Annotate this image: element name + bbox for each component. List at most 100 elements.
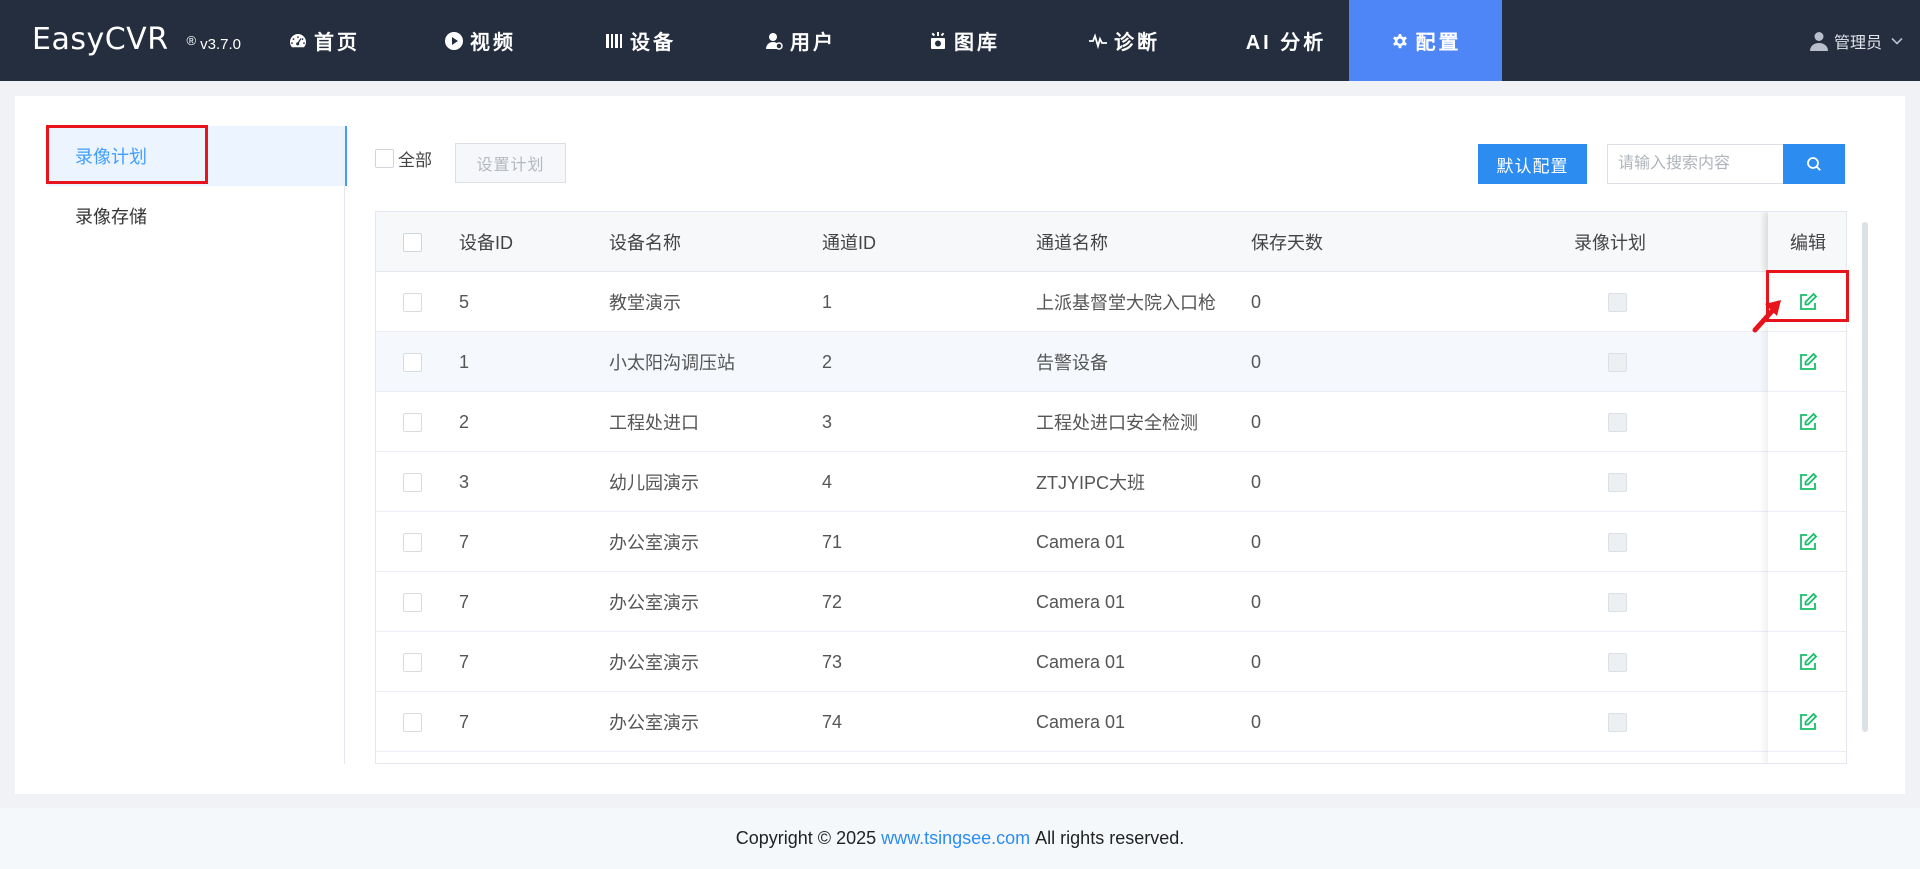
nav-diagnosis[interactable]: 诊断: [1064, 0, 1184, 81]
table-row[interactable]: 3 幼儿园演示 4 ZTJYIPC大班 0: [376, 452, 1846, 512]
col-edit: 编辑: [1768, 212, 1846, 272]
sidebar-item-record-plan[interactable]: 录像计划: [47, 126, 347, 186]
col-record-plan: 录像计划: [1574, 233, 1646, 253]
header-checkbox[interactable]: [403, 212, 422, 272]
cell-save-days: 0: [1251, 591, 1262, 612]
select-all-checkbox[interactable]: 全部: [375, 146, 432, 171]
record-plan-table: 设备ID 设备名称 通道ID 通道名称 保存天数 录像计划 5 教堂演示 1 上派基督…: [375, 211, 1847, 764]
edit-icon: [1800, 292, 1818, 310]
cell-channel-id: 1: [822, 291, 833, 312]
disabled-checkbox-icon: [1608, 532, 1627, 552]
chevron-down-icon: [1891, 37, 1903, 45]
user-menu[interactable]: 管理员: [1809, 0, 1904, 81]
edit-button[interactable]: [1768, 452, 1846, 512]
rights-text: All rights reserved.: [1035, 828, 1185, 848]
pulse-icon: [1089, 32, 1107, 49]
row-checkbox[interactable]: [403, 332, 422, 392]
avatar-icon: [1809, 31, 1828, 51]
table-row[interactable]: 5 教堂演示 1 上派基督堂大院入口枪 0: [376, 272, 1846, 332]
edit-button[interactable]: [1768, 692, 1846, 752]
search-input[interactable]: [1607, 144, 1784, 184]
cell-channel-name: Camera 01: [1036, 591, 1126, 612]
cell-device-id: 7: [459, 711, 470, 732]
col-channel-id: 通道ID: [822, 233, 876, 253]
row-checkbox[interactable]: [403, 632, 422, 692]
cell-device-name: 办公室演示: [609, 713, 699, 733]
arrow-icon: [1752, 300, 1781, 333]
row-checkbox[interactable]: [403, 572, 422, 632]
cell-device-id: 5: [459, 291, 470, 312]
search-icon: [1807, 157, 1821, 171]
cell-device-id: 2: [459, 411, 470, 432]
cell-device-name: 教堂演示: [609, 293, 681, 313]
cell-channel-id: 74: [822, 711, 843, 732]
dashboard-icon: [290, 33, 306, 47]
select-all-label: 全部: [398, 151, 432, 170]
nav-home[interactable]: 首页: [268, 0, 380, 81]
table-row[interactable]: 2 工程处进口 3 工程处进口安全检测 0: [376, 392, 1846, 452]
nav-video-label: 视频: [470, 32, 516, 54]
edit-button[interactable]: [1768, 332, 1846, 392]
edit-icon: [1800, 412, 1818, 430]
cell-record-plan-checkbox: [1608, 692, 1627, 752]
checkbox-icon: [403, 232, 422, 252]
edit-button[interactable]: [1768, 632, 1846, 692]
cell-record-plan-checkbox: [1608, 572, 1627, 632]
nav-config[interactable]: 配置: [1349, 0, 1502, 81]
table-row[interactable]: 1 小太阳沟调压站 2 告警设备 0: [376, 332, 1846, 392]
nav-user[interactable]: 用户: [744, 0, 856, 81]
row-checkbox[interactable]: [403, 272, 422, 332]
cell-save-days: 0: [1251, 471, 1262, 492]
cell-channel-name: Camera 01: [1036, 651, 1126, 672]
version-label: v3.7.0: [200, 36, 242, 53]
cell-device-name: 办公室演示: [609, 653, 699, 673]
checkbox-icon: [403, 292, 422, 312]
cell-device-name: 办公室演示: [609, 533, 699, 553]
nav-ai-analysis[interactable]: AI 分析: [1224, 0, 1348, 81]
nav-device[interactable]: 设备: [580, 0, 700, 81]
edit-icon: [1800, 532, 1818, 550]
row-checkbox[interactable]: [403, 392, 422, 452]
cell-channel-id: 71: [822, 531, 843, 552]
cell-save-days: 0: [1251, 411, 1262, 432]
default-config-button[interactable]: 默认配置: [1478, 144, 1587, 184]
table-row[interactable]: 7 办公室演示 74 Camera 01 0: [376, 692, 1846, 752]
edit-button[interactable]: [1768, 392, 1846, 452]
row-checkbox[interactable]: [403, 512, 422, 572]
vertical-scrollbar[interactable]: [1862, 222, 1868, 732]
row-checkbox[interactable]: [403, 452, 422, 512]
cell-channel-name: Camera 01: [1036, 531, 1126, 552]
cell-record-plan-checkbox: [1608, 272, 1627, 332]
search-button[interactable]: [1783, 144, 1845, 184]
nav-video[interactable]: 视频: [424, 0, 536, 81]
row-checkbox[interactable]: [403, 692, 422, 752]
col-device-id: 设备ID: [459, 233, 513, 253]
brand-logo[interactable]: EasyCVR ® v3.7.0: [32, 22, 241, 62]
table-row[interactable]: 7 办公室演示 72 Camera 01 0: [376, 572, 1846, 632]
user-icon: [766, 32, 783, 50]
camera-icon: [931, 31, 945, 49]
cell-record-plan-checkbox: [1608, 452, 1627, 512]
cell-channel-name: 工程处进口安全检测: [1036, 413, 1198, 433]
cell-record-plan-checkbox: [1608, 392, 1627, 452]
disabled-checkbox-icon: [1608, 352, 1627, 372]
edit-button[interactable]: [1768, 512, 1846, 572]
main-card: 录像计划 录像存储 全部 设置计划 默认配置 设备ID 设备名称 通道ID 通道…: [15, 96, 1905, 794]
cell-channel-id: 72: [822, 591, 843, 612]
copyright-text: Copyright © 2025: [735, 828, 877, 848]
edit-button[interactable]: [1768, 572, 1846, 632]
cell-save-days: 0: [1251, 351, 1262, 372]
set-plan-button[interactable]: 设置计划: [455, 143, 566, 183]
device-icon: [606, 33, 622, 48]
sidebar-item-record-storage[interactable]: 录像存储: [47, 186, 345, 246]
table-row[interactable]: 7 办公室演示 71 Camera 01 0: [376, 512, 1846, 572]
nav-device-label: 设备: [630, 32, 676, 54]
nav-gallery-label: 图库: [954, 32, 1000, 54]
nav-gallery[interactable]: 图库: [904, 0, 1024, 81]
cell-channel-id: 3: [822, 411, 833, 432]
website-link[interactable]: www.tsingsee.com: [881, 828, 1030, 849]
table-row[interactable]: 7 办公室演示 73 Camera 01 0: [376, 632, 1846, 692]
edit-icon: [1800, 712, 1818, 730]
edit-icon: [1800, 652, 1818, 670]
cell-channel-name: 上派基督堂大院入口枪: [1036, 293, 1216, 313]
